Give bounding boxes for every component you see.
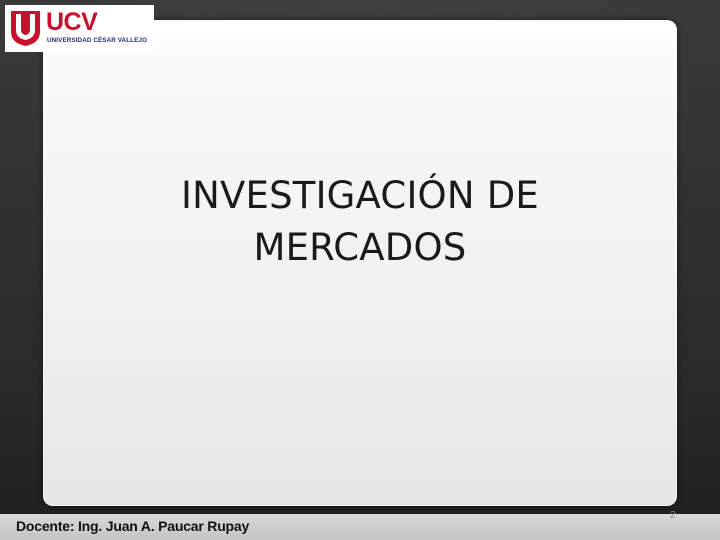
slide-title-line-1: INVESTIGACIÓN DE — [181, 174, 539, 217]
logo-title: UCV — [46, 8, 98, 36]
slide-title: INVESTIGACIÓN DE MERCADOS — [110, 170, 610, 274]
page-number: 2 — [670, 510, 676, 521]
ucv-emblem-icon — [11, 11, 40, 46]
footer-instructor: Docente: Ing. Juan A. Paucar Rupay — [16, 518, 250, 534]
slide-title-line-2: MERCADOS — [253, 226, 467, 269]
university-logo: UCV UNIVERSIDAD CÉSAR VALLEJO — [5, 5, 154, 52]
logo-subtitle: UNIVERSIDAD CÉSAR VALLEJO — [47, 37, 147, 44]
